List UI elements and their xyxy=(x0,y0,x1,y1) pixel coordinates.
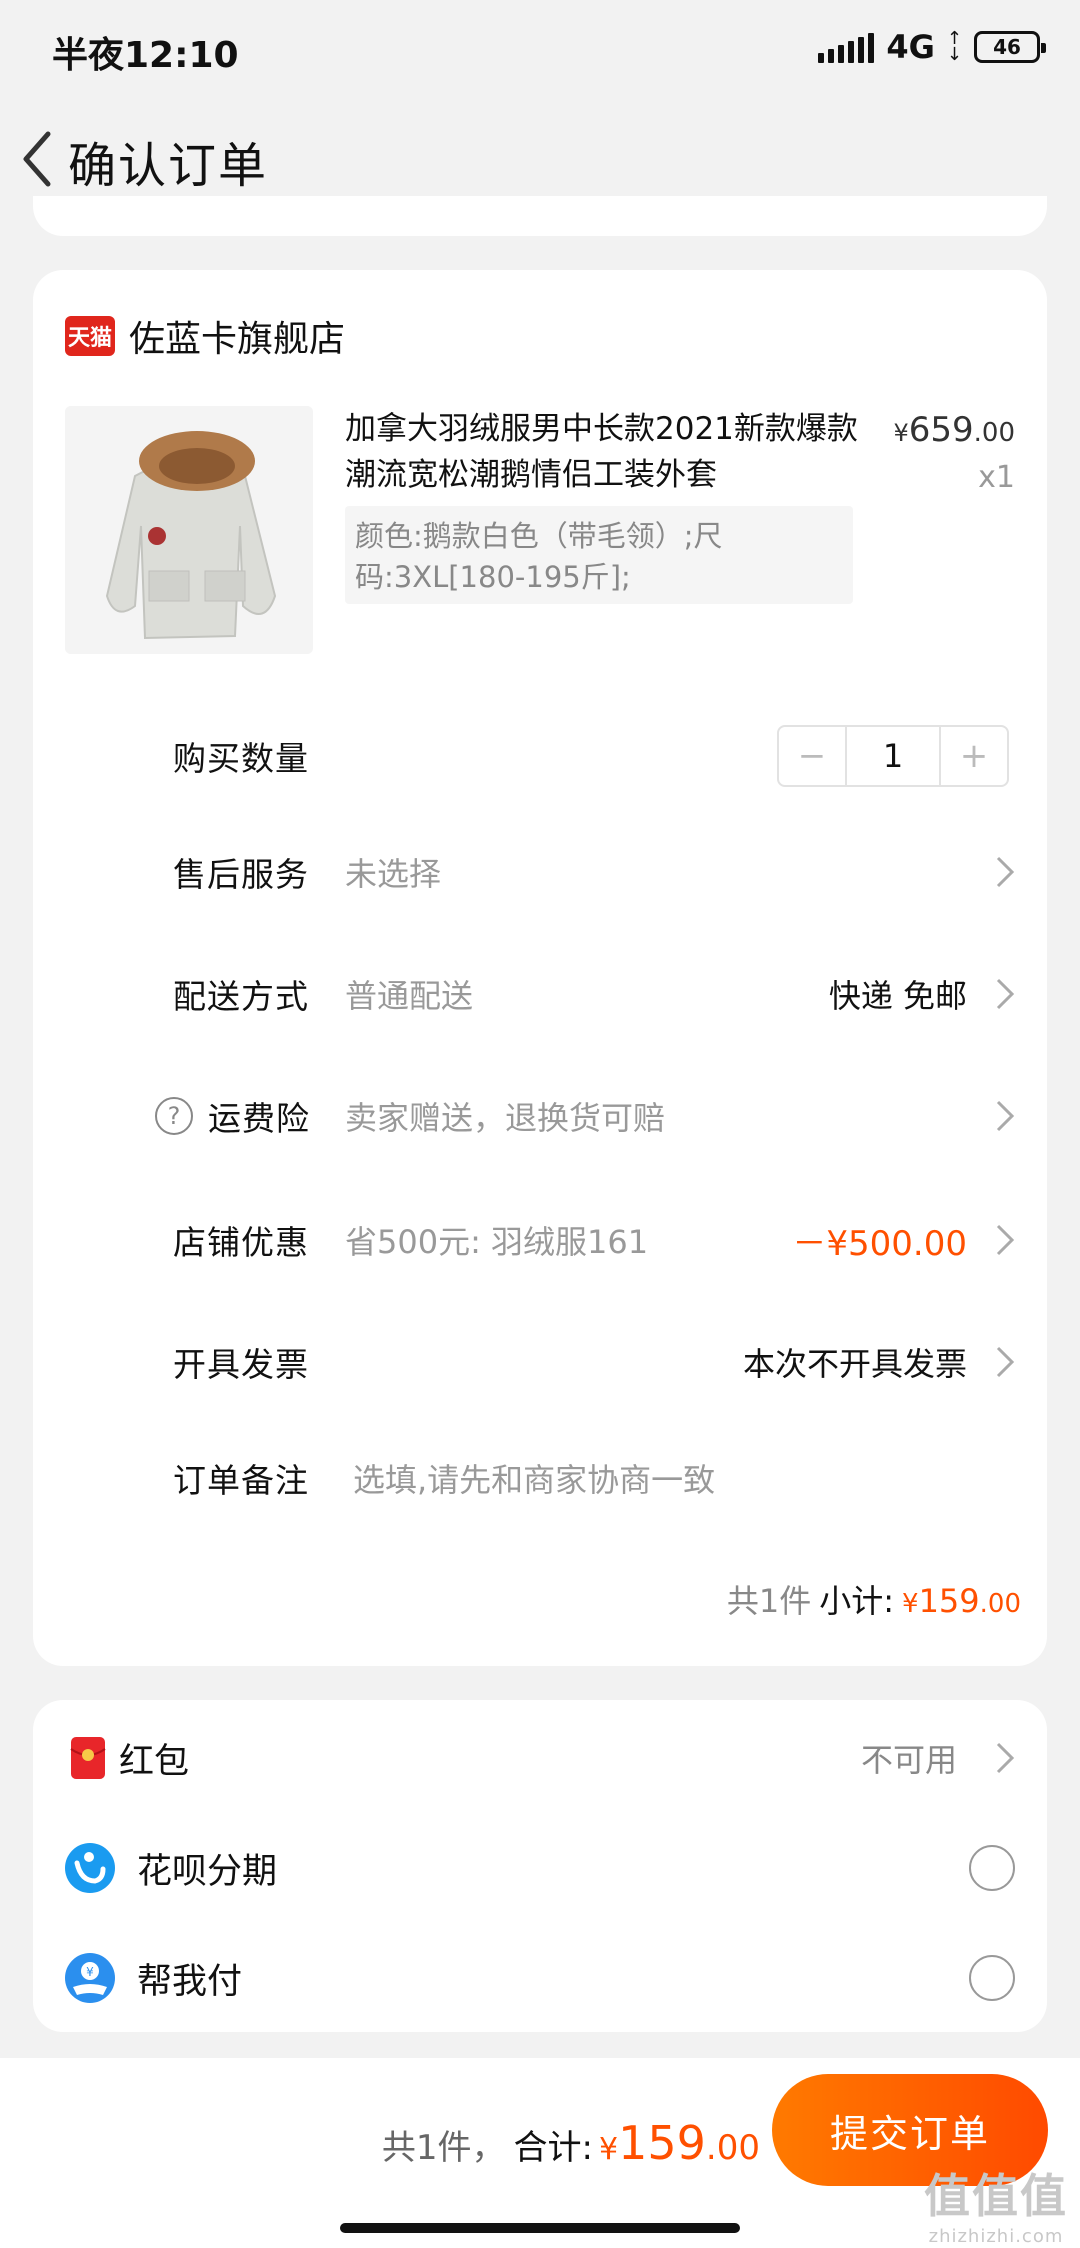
red-packet-icon xyxy=(70,1737,106,1779)
delivery-value: 普通配送 xyxy=(345,977,474,1015)
chevron-right-icon xyxy=(996,1742,1015,1774)
watermark-main: 值值值 xyxy=(924,2169,1068,2223)
freight-insurance-label: 运费险 xyxy=(208,1099,310,1138)
shop-header[interactable]: 天猫 佐蓝卡旗舰店 xyxy=(65,310,345,362)
home-indicator[interactable] xyxy=(340,2223,740,2233)
shop-discount-row[interactable]: 店铺优惠 省500元: 羽绒服161 －¥500.00 xyxy=(33,1200,1047,1280)
product-quantity: x1 xyxy=(978,460,1015,495)
product-spec[interactable]: 颜色:鹅款白色（带毛领）;尺码:3XL[180-195斤]; xyxy=(345,506,853,604)
chevron-right-icon xyxy=(996,1224,1015,1256)
watermark-sub: zhizhizhi.com xyxy=(928,2226,1064,2247)
huabei-row[interactable]: 花呗分期 xyxy=(33,1828,1047,1908)
remark-input[interactable]: 选填,请先和商家协商一致 xyxy=(353,1455,715,1501)
status-bar: 半夜12:10 4G ↑ ↓ 46 xyxy=(0,0,1080,96)
freight-insurance-row[interactable]: ? 运费险 卖家赠送，退换货可赔 xyxy=(33,1076,1047,1156)
pay-for-me-radio[interactable] xyxy=(969,1955,1015,2001)
shop-discount-label: 店铺优惠 xyxy=(173,1223,309,1262)
decrement-button[interactable]: − xyxy=(779,727,845,785)
watermark-logo: 值值值 zhizhizhi.com xyxy=(924,2160,1068,2247)
price-symbol: ¥ xyxy=(893,419,909,447)
invoice-label: 开具发票 xyxy=(173,1345,309,1384)
price-integer: 659 xyxy=(908,410,974,450)
subtotal-cents: .00 xyxy=(979,1589,1021,1619)
total-integer: 159 xyxy=(618,2116,706,2170)
red-packet-row[interactable]: 红包 不可用 xyxy=(33,1718,1047,1798)
red-packet-status: 不可用 xyxy=(860,1741,957,1779)
total-label: 合计: xyxy=(513,2128,594,2168)
subtotal: 共1件 小计: ¥159.00 xyxy=(727,1576,1021,1622)
product-image[interactable] xyxy=(65,406,313,654)
pay-for-me-label: 帮我付 xyxy=(137,1961,243,2002)
total-cents: .00 xyxy=(705,2128,760,2168)
subtotal-count: 共1件 xyxy=(726,1582,812,1620)
huabei-radio[interactable] xyxy=(969,1845,1015,1891)
remark-label: 订单备注 xyxy=(173,1461,309,1500)
increment-button[interactable]: + xyxy=(941,727,1007,785)
subtotal-label: 小计: xyxy=(819,1582,895,1620)
subtotal-symbol: ¥ xyxy=(902,1589,919,1619)
chevron-right-icon xyxy=(996,1346,1015,1378)
shop-order-card: 天猫 佐蓝卡旗舰店 加拿大羽绒服男中长款2021新款爆款潮流宽松潮鹅情侣工装外套… xyxy=(33,270,1047,1666)
chevron-right-icon xyxy=(996,1100,1015,1132)
status-time: 半夜12:10 xyxy=(52,35,239,76)
network-label: 4G xyxy=(886,28,935,66)
signal-icon xyxy=(818,31,875,63)
jacket-illustration xyxy=(65,406,313,654)
shop-discount-value: 省500元: 羽绒服161 xyxy=(345,1223,649,1261)
delivery-row[interactable]: 配送方式 普通配送 快递 免邮 xyxy=(33,954,1047,1034)
huabei-icon xyxy=(65,1843,115,1893)
tmall-icon: 天猫 xyxy=(65,316,115,356)
total-count: 共1件， xyxy=(381,2128,506,2168)
freight-insurance-value: 卖家赠送，退换货可赔 xyxy=(345,1099,666,1137)
battery-icon: 46 xyxy=(974,31,1046,63)
subtotal-amount: ¥159.00 xyxy=(902,1582,1021,1620)
total-amount: ¥159.00 xyxy=(599,2116,760,2170)
delivery-label: 配送方式 xyxy=(173,977,309,1016)
quantity-row: 购买数量 − 1 + xyxy=(33,716,1047,796)
remark-row: 订单备注 选填,请先和商家协商一致 xyxy=(33,1438,1047,1518)
chevron-right-icon xyxy=(996,856,1015,888)
quantity-value[interactable]: 1 xyxy=(845,727,941,785)
order-total: 共1件， 合计: ¥159.00 xyxy=(382,2116,760,2170)
page-title: 确认订单 xyxy=(68,138,269,194)
svg-text:¥: ¥ xyxy=(86,1965,94,1979)
invoice-row[interactable]: 开具发票 本次不开具发票 xyxy=(33,1322,1047,1402)
status-icons: 4G ↑ ↓ 46 xyxy=(818,28,1046,66)
after-sales-value: 未选择 xyxy=(345,855,442,893)
huabei-label: 花呗分期 xyxy=(137,1851,278,1892)
total-symbol: ¥ xyxy=(599,2132,619,2167)
data-arrows-icon: ↑ ↓ xyxy=(946,28,962,65)
payment-options-card: 红包 不可用 花呗分期 ¥ 帮我付 xyxy=(33,1700,1047,2032)
shop-name: 佐蓝卡旗舰店 xyxy=(129,319,346,360)
after-sales-row[interactable]: 售后服务 未选择 xyxy=(33,832,1047,912)
subtotal-integer: 159 xyxy=(918,1582,980,1620)
pay-for-me-row[interactable]: ¥ 帮我付 xyxy=(33,1938,1047,2018)
delivery-method: 快递 免邮 xyxy=(828,977,967,1015)
product-price: ¥659.00 xyxy=(893,410,1015,450)
product-title[interactable]: 加拿大羽绒服男中长款2021新款爆款潮流宽松潮鹅情侣工装外套 xyxy=(345,406,875,498)
price-cents: .00 xyxy=(973,418,1015,448)
chevron-right-icon xyxy=(996,978,1015,1010)
red-packet-label: 红包 xyxy=(119,1741,190,1782)
shop-discount-amount: －¥500.00 xyxy=(792,1223,967,1264)
checkout-bar: 共1件， 合计: ¥159.00 提交订单 xyxy=(0,2058,1080,2248)
after-sales-label: 售后服务 xyxy=(173,855,309,894)
address-card-edge xyxy=(33,196,1047,236)
invoice-value: 本次不开具发票 xyxy=(742,1345,967,1383)
help-icon[interactable]: ? xyxy=(155,1097,193,1135)
back-arrow-icon[interactable] xyxy=(14,126,64,192)
battery-level: 46 xyxy=(993,35,1021,59)
quantity-stepper[interactable]: − 1 + xyxy=(777,725,1009,787)
pay-for-me-icon: ¥ xyxy=(65,1953,115,2003)
quantity-label: 购买数量 xyxy=(173,739,309,778)
